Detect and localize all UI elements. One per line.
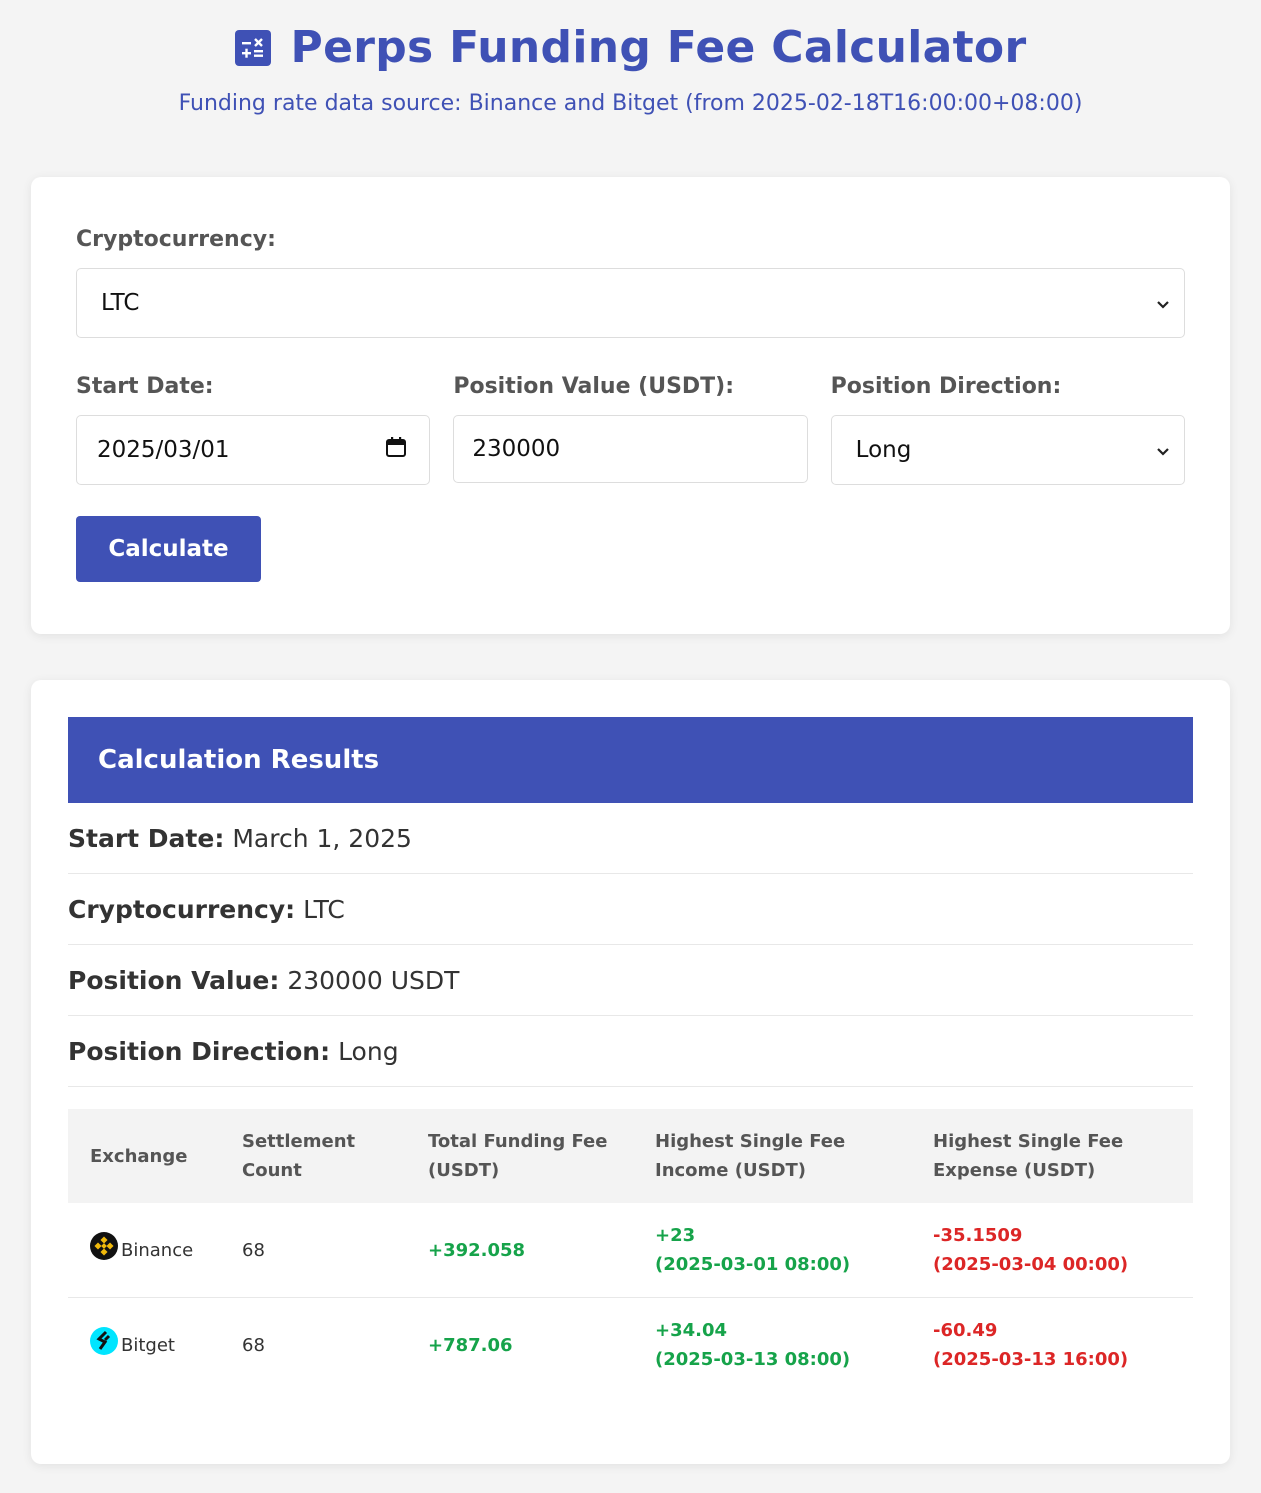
total-fee-cell: +392.058 bbox=[406, 1203, 633, 1298]
settlement-count-cell: 68 bbox=[220, 1203, 406, 1298]
column-header-highest-expense: Highest Single Fee Expense (USDT) bbox=[933, 1131, 1124, 1181]
summary-label: Position Value: bbox=[68, 965, 280, 995]
chevron-down-icon bbox=[1156, 290, 1170, 316]
calculate-button[interactable]: Calculate bbox=[76, 516, 261, 582]
column-header-settlement-count: Settlement Count bbox=[242, 1131, 356, 1181]
cryptocurrency-label: Cryptocurrency: bbox=[76, 227, 276, 252]
start-date-group: Start Date: 2025/03/01 bbox=[76, 374, 431, 485]
results-card: Calculation Results Start Date: March 1,… bbox=[31, 680, 1230, 1464]
results-title: Calculation Results bbox=[68, 717, 1193, 803]
summary-start-date: Start Date: March 1, 2025 bbox=[68, 803, 1193, 874]
expense-time: (2025-03-13 16:00) bbox=[933, 1349, 1129, 1370]
calculator-form-card: Cryptocurrency: LTC Start Date: 2025/03/… bbox=[31, 177, 1230, 634]
exchange-name: Binance bbox=[121, 1239, 194, 1261]
position-value-group: Position Value (USDT): 230000 bbox=[453, 374, 808, 485]
start-date-value: 2025/03/01 bbox=[97, 437, 230, 463]
column-header-exchange: Exchange bbox=[90, 1145, 188, 1167]
exchange-name: Bitget bbox=[121, 1334, 175, 1356]
summary-cryptocurrency: Cryptocurrency: LTC bbox=[68, 874, 1193, 945]
table-header-row: Exchange Settlement Count Total Funding … bbox=[68, 1109, 1193, 1203]
expense-value: -60.49 bbox=[933, 1320, 998, 1341]
cryptocurrency-select[interactable]: LTC bbox=[76, 268, 1185, 338]
binance-logo-icon bbox=[90, 1231, 118, 1269]
position-direction-select[interactable]: Long bbox=[830, 415, 1185, 485]
page-header: Perps Funding Fee Calculator Funding rat… bbox=[0, 0, 1261, 116]
page-title: Perps Funding Fee Calculator bbox=[290, 22, 1027, 73]
highest-income-cell: +34.04 (2025-03-13 08:00) bbox=[633, 1298, 911, 1393]
income-time: (2025-03-01 08:00) bbox=[655, 1254, 851, 1275]
position-direction-selected-value: Long bbox=[855, 437, 912, 463]
start-date-input[interactable]: 2025/03/01 bbox=[76, 415, 431, 485]
results-table: Exchange Settlement Count Total Funding … bbox=[68, 1109, 1193, 1392]
bitget-logo-icon bbox=[90, 1326, 118, 1364]
table-row: Bitget 68 +787.06 +34.04 (2025-03-13 08:… bbox=[68, 1298, 1193, 1393]
exchange-cell: Bitget bbox=[68, 1298, 220, 1393]
calendar-icon[interactable] bbox=[385, 436, 407, 464]
income-time: (2025-03-13 08:00) bbox=[655, 1349, 851, 1370]
highest-expense-cell: -35.1509 (2025-03-04 00:00) bbox=[911, 1203, 1193, 1298]
summary-position-value: Position Value: 230000 USDT bbox=[68, 945, 1193, 1016]
table-row: Binance 68 +392.058 +23 (2025-03-01 08:0… bbox=[68, 1203, 1193, 1298]
chevron-down-icon bbox=[1156, 437, 1170, 463]
form-row: Start Date: 2025/03/01 Position Value (U… bbox=[76, 374, 1185, 485]
data-source-subtitle: Funding rate data source: Binance and Bi… bbox=[178, 91, 1083, 116]
summary-value: 230000 USDT bbox=[287, 965, 460, 995]
expense-value: -35.1509 bbox=[933, 1225, 1023, 1246]
summary-label: Start Date: bbox=[68, 823, 225, 853]
cryptocurrency-selected-value: LTC bbox=[101, 290, 140, 316]
column-header-total-fee: Total Funding Fee (USDT) bbox=[428, 1131, 608, 1181]
summary-label: Position Direction: bbox=[68, 1036, 331, 1066]
summary-position-direction: Position Direction: Long bbox=[68, 1016, 1193, 1087]
income-value: +34.04 bbox=[655, 1320, 728, 1341]
start-date-label: Start Date: bbox=[76, 374, 214, 399]
summary-value: LTC bbox=[303, 894, 345, 924]
summary-value: Long bbox=[338, 1036, 399, 1066]
title-row: Perps Funding Fee Calculator bbox=[0, 22, 1261, 73]
total-fee-cell: +787.06 bbox=[428, 1334, 513, 1356]
position-value-input[interactable]: 230000 bbox=[453, 415, 808, 483]
expense-time: (2025-03-04 00:00) bbox=[933, 1254, 1129, 1275]
position-direction-label: Position Direction: bbox=[830, 374, 1062, 399]
settlement-count-cell: 68 bbox=[242, 1334, 265, 1356]
summary-value: March 1, 2025 bbox=[232, 823, 412, 853]
income-value: +23 bbox=[655, 1225, 696, 1246]
calculator-icon bbox=[234, 29, 271, 66]
summary-label: Cryptocurrency: bbox=[68, 894, 296, 924]
position-value-text: 230000 bbox=[472, 436, 561, 462]
highest-income-cell: +23 (2025-03-01 08:00) bbox=[633, 1203, 911, 1298]
position-direction-group: Position Direction: Long bbox=[830, 374, 1185, 485]
position-value-label: Position Value (USDT): bbox=[453, 374, 735, 399]
exchange-cell: Binance bbox=[68, 1203, 220, 1298]
highest-expense-cell: -60.49 (2025-03-13 16:00) bbox=[911, 1298, 1193, 1393]
column-header-highest-income: Highest Single Fee Income (USDT) bbox=[655, 1131, 846, 1181]
